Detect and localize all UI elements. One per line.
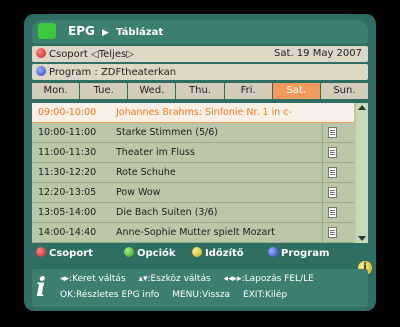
- blue-key-label: Program: [281, 248, 330, 259]
- red-key-icon: [36, 247, 46, 257]
- app-logo-icon: [38, 23, 56, 39]
- help-device-switch: ▴▾:Eszköz váltás: [138, 274, 211, 284]
- event-title: Anne-Sophie Mutter spielt Mozart: [116, 227, 275, 238]
- info-icon: i: [36, 273, 46, 303]
- help-menu-back: MENU:Vissza: [172, 290, 231, 300]
- program-value: ZDFtheaterkan: [100, 67, 177, 78]
- event-row[interactable]: 11:30-12:20 Rote Schuhe: [32, 163, 354, 183]
- event-title: Pow Wow: [116, 187, 161, 198]
- red-key-label: Csoport: [49, 248, 93, 259]
- page-subtitle: Táblázat: [116, 27, 164, 38]
- event-time: 11:30-12:20: [38, 167, 97, 178]
- blue-key-icon: [268, 247, 278, 257]
- help-line-2: OK:Részletes EPG info MENU:Vissza EXIT:K…: [60, 290, 297, 300]
- green-key-label: Opciók: [137, 248, 176, 259]
- event-row[interactable]: 14:00-14:40 Anne-Sophie Mutter spielt Mo…: [32, 223, 354, 243]
- color-key-bar: Csoport Opciók Időzítő Program: [32, 247, 368, 261]
- event-title: Die Bach Suiten (3/6): [116, 207, 218, 218]
- left-arrow-icon[interactable]: ◁: [91, 49, 99, 60]
- tab-wed[interactable]: Wed.: [128, 83, 176, 99]
- yellow-key-button[interactable]: Időzítő: [192, 247, 244, 259]
- tab-sun[interactable]: Sun.: [320, 83, 368, 99]
- date-display: Sat. 19 May 2007: [274, 48, 362, 59]
- right-arrow-icon[interactable]: ▷: [126, 49, 134, 60]
- event-list: 09:00-10:00 Johannes Brahms: Sinfonie Nr…: [32, 103, 368, 243]
- help-line-1: ◂▸:Keret váltás ▴▾:Eszköz váltás ◂◂▸▸:La…: [60, 274, 324, 284]
- event-row[interactable]: 10:00-11:00 Starke Stimmen (5/6): [32, 123, 354, 143]
- group-date-row: Csoport ◁Teljes▷ Sat. 19 May 2007: [32, 46, 368, 62]
- help-footer: i ◂▸:Keret váltás ▴▾:Eszköz váltás ◂◂▸▸:…: [32, 269, 368, 307]
- green-key-button[interactable]: Opciók: [124, 247, 176, 259]
- tab-mon[interactable]: Mon.: [32, 83, 80, 99]
- help-frame-switch: ◂▸:Keret váltás: [60, 274, 126, 284]
- yellow-key-icon: [192, 247, 202, 257]
- tab-thu[interactable]: Thu.: [176, 83, 224, 99]
- blue-key-icon: [36, 66, 46, 76]
- help-ok-detail: OK:Részletes EPG info: [60, 290, 160, 300]
- red-key-icon: [36, 48, 46, 58]
- group-label: Csoport: [49, 49, 88, 60]
- event-row[interactable]: 12:20-13:05 Pow Wow: [32, 183, 354, 203]
- group-selector[interactable]: Csoport ◁Teljes▷: [36, 48, 134, 60]
- event-title: Johannes Brahms: Sinfonie Nr. 1 in c-: [116, 107, 292, 118]
- group-value: Teljes: [98, 49, 127, 60]
- red-key-button[interactable]: Csoport: [36, 247, 93, 259]
- day-tabs: Mon. Tue. Wed. Thu. Fri. Sat. Sun.: [32, 83, 368, 99]
- program-label: Program: [49, 67, 92, 78]
- help-page-updown: ◂◂▸▸:Lapozás FEL/LE: [223, 274, 314, 284]
- info-document-icon: [328, 127, 337, 138]
- scroll-down-icon[interactable]: [358, 236, 366, 241]
- event-title: Theater im Fluss: [116, 147, 195, 158]
- event-time: 09:00-10:00: [38, 107, 97, 118]
- program-row[interactable]: Program : ZDFtheaterkan: [32, 64, 368, 80]
- scroll-up-icon[interactable]: [358, 105, 366, 110]
- epg-screen: EPG ▶ Táblázat Csoport ◁Teljes▷ Sat. 19 …: [24, 14, 376, 311]
- tab-sat[interactable]: Sat.: [272, 83, 320, 99]
- info-document-icon: [328, 207, 337, 218]
- event-time: 11:00-11:30: [38, 147, 97, 158]
- page-title: EPG: [68, 24, 95, 38]
- event-time: 13:05-14:00: [38, 207, 97, 218]
- event-title: Starke Stimmen (5/6): [116, 127, 218, 138]
- blue-key-button[interactable]: Program: [268, 247, 329, 259]
- scrollbar[interactable]: [356, 103, 368, 243]
- event-title: Rote Schuhe: [116, 167, 176, 178]
- tab-tue[interactable]: Tue.: [80, 83, 128, 99]
- info-document-icon: [328, 227, 337, 238]
- tab-fri[interactable]: Fri.: [224, 83, 272, 99]
- green-key-icon: [124, 247, 134, 257]
- yellow-key-label: Időzítő: [205, 248, 244, 259]
- event-time: 14:00-14:40: [38, 227, 97, 238]
- title-bar: EPG ▶ Táblázat: [32, 20, 368, 44]
- info-document-icon: [328, 187, 337, 198]
- event-time: 12:20-13:05: [38, 187, 97, 198]
- event-row[interactable]: 13:05-14:00 Die Bach Suiten (3/6): [32, 203, 354, 223]
- breadcrumb-arrow-icon: ▶: [102, 28, 109, 38]
- info-document-icon: [328, 167, 337, 178]
- event-row[interactable]: 11:00-11:30 Theater im Fluss: [32, 143, 354, 163]
- event-time: 10:00-11:00: [38, 127, 97, 138]
- info-document-icon: [328, 147, 337, 158]
- event-row[interactable]: 09:00-10:00 Johannes Brahms: Sinfonie Nr…: [32, 103, 354, 123]
- help-exit: EXIT:Kilép: [242, 290, 288, 300]
